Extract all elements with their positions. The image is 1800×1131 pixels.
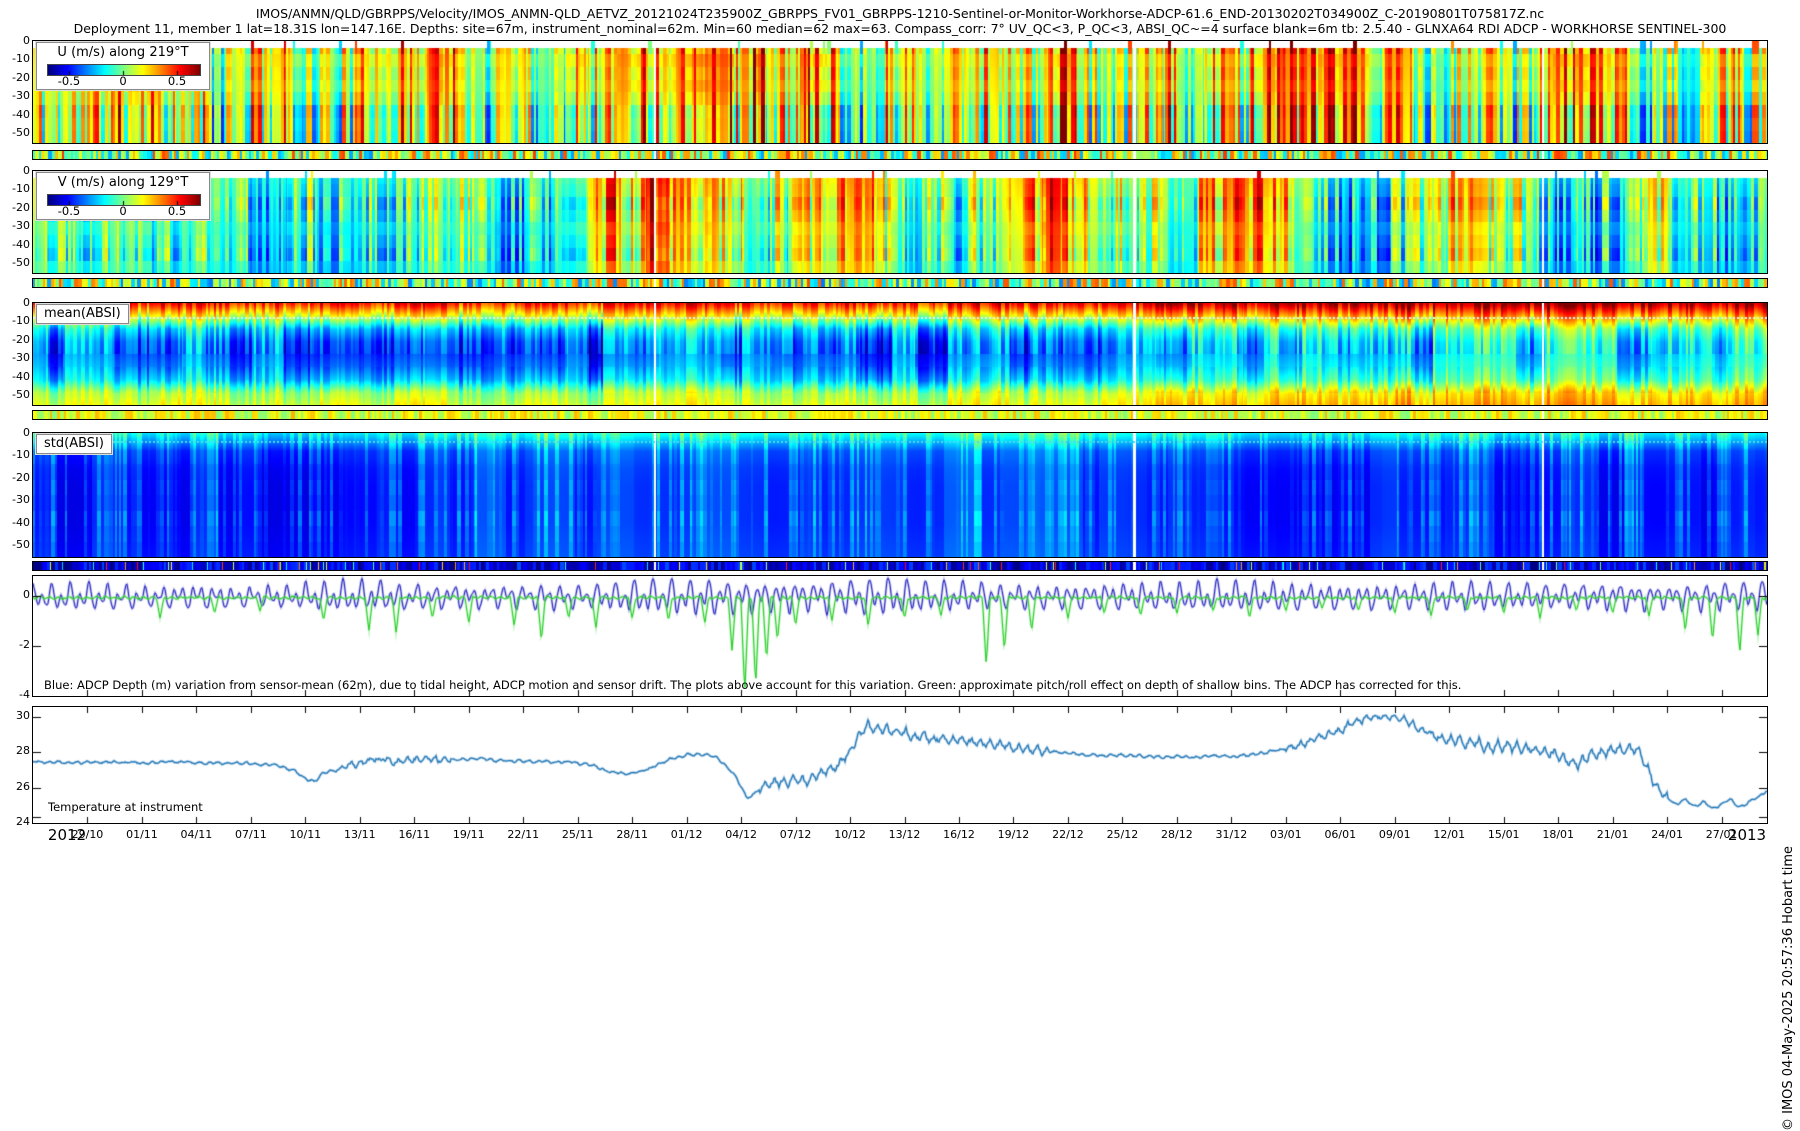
x-axis-date-label: 25/11	[556, 828, 600, 841]
x-axis-date-label: 29/10	[65, 828, 109, 841]
std-absi-bottom-strip	[32, 561, 1768, 571]
depth-axis-label: -50	[2, 538, 30, 551]
mean-absi-label: mean(ABSI)	[36, 304, 129, 324]
v-velocity-heatmap	[32, 170, 1768, 274]
depth-axis-label: -40	[2, 516, 30, 529]
x-axis-date-label: 28/11	[610, 828, 654, 841]
u-velocity-heatmap	[32, 40, 1768, 144]
x-axis-date-label: 13/11	[338, 828, 382, 841]
v-colorbar-tick: -0.5	[53, 204, 85, 218]
x-axis-date-label: 16/12	[937, 828, 981, 841]
depth-axis-label: 0	[2, 296, 30, 309]
depth-axis-label: -10	[2, 448, 30, 461]
temperature-axis-label: 24	[2, 815, 30, 828]
x-axis-date-label: 03/01	[1264, 828, 1308, 841]
figure-title-filename: IMOS/ANMN/QLD/GBRPPS/Velocity/IMOS_ANMN-…	[0, 6, 1800, 21]
depth-axis-label: -50	[2, 126, 30, 139]
depth-axis-label: -20	[2, 201, 30, 214]
temperature-plot	[32, 706, 1768, 824]
x-axis-date-label: 06/01	[1318, 828, 1362, 841]
depth-axis-label: 0	[2, 34, 30, 47]
x-axis-date-label: 28/12	[1155, 828, 1199, 841]
depth-axis-label: -20	[2, 471, 30, 484]
depth-axis-label: -30	[2, 219, 30, 232]
x-axis-date-label: 12/01	[1427, 828, 1471, 841]
u-colorbar-tick: -0.5	[53, 74, 85, 88]
x-axis-date-label: 24/01	[1645, 828, 1689, 841]
depth-axis-label: -20	[2, 71, 30, 84]
x-axis-date-label: 07/11	[229, 828, 273, 841]
x-axis-date-label: 09/01	[1373, 828, 1417, 841]
x-axis-date-label: 10/11	[283, 828, 327, 841]
std-absi-label: std(ABSI)	[36, 434, 112, 454]
v-colorbar-tick: 0	[107, 204, 139, 218]
v-velocity-bottom-strip	[32, 278, 1768, 288]
copyright-watermark: © IMOS 04-May-2025 20:57:36 Hobart time	[1781, 846, 1796, 1131]
u-legend: U (m/s) along 219°T -0.5 0 0.5	[36, 42, 210, 90]
depth-axis-label: -20	[2, 333, 30, 346]
x-axis-date-label: 31/12	[1209, 828, 1253, 841]
mean-absi-heatmap	[32, 302, 1768, 406]
figure-subtitle-deployment-info: Deployment 11, member 1 lat=18.31S lon=1…	[0, 21, 1800, 36]
u-colorbar-tick: 0.5	[161, 74, 193, 88]
temperature-axis-label: 26	[2, 780, 30, 793]
x-axis-date-label: 21/01	[1591, 828, 1635, 841]
figure: IMOS/ANMN/QLD/GBRPPS/Velocity/IMOS_ANMN-…	[0, 0, 1800, 850]
u-colorbar-tick: 0	[107, 74, 139, 88]
depth-variation-axis-label: -2	[2, 638, 30, 651]
x-axis-date-label: 10/12	[828, 828, 872, 841]
depth-axis-label: -40	[2, 238, 30, 251]
x-axis-date-label: 19/12	[991, 828, 1035, 841]
x-axis-date-label: 25/12	[1100, 828, 1144, 841]
depth-variation-axis-label: 0	[2, 588, 30, 601]
x-axis-date-label: 27/01	[1700, 828, 1744, 841]
temperature-axis-label: 30	[2, 709, 30, 722]
v-legend: V (m/s) along 129°T -0.5 0 0.5	[36, 172, 210, 220]
depth-axis-label: -10	[2, 52, 30, 65]
x-axis-date-label: 13/12	[883, 828, 927, 841]
std-absi-heatmap	[32, 432, 1768, 558]
x-axis-date-label: 01/12	[665, 828, 709, 841]
depth-variation-axis-label: -4	[2, 688, 30, 701]
x-axis-date-label: 01/11	[120, 828, 164, 841]
temperature-label: Temperature at instrument	[48, 800, 203, 814]
x-axis-date-label: 18/01	[1536, 828, 1580, 841]
u-legend-title: U (m/s) along 219°T	[37, 45, 209, 60]
depth-axis-label: -30	[2, 493, 30, 506]
depth-axis-label: 0	[2, 164, 30, 177]
temperature-axis-label: 28	[2, 744, 30, 757]
depth-variation-annotation: Blue: ADCP Depth (m) variation from sens…	[44, 678, 1461, 692]
x-axis-date-label: 19/11	[447, 828, 491, 841]
depth-axis-label: -30	[2, 89, 30, 102]
x-axis-date-label: 04/12	[719, 828, 763, 841]
depth-axis-label: 0	[2, 426, 30, 439]
depth-axis-label: -10	[2, 314, 30, 327]
v-legend-title: V (m/s) along 129°T	[37, 175, 209, 190]
mean-absi-bottom-strip	[32, 410, 1768, 420]
depth-axis-label: -40	[2, 108, 30, 121]
depth-axis-label: -30	[2, 351, 30, 364]
depth-axis-label: -10	[2, 182, 30, 195]
x-axis-date-label: 04/11	[174, 828, 218, 841]
depth-axis-label: -40	[2, 370, 30, 383]
depth-axis-label: -50	[2, 388, 30, 401]
x-axis-date-label: 07/12	[774, 828, 818, 841]
x-axis-date-label: 22/12	[1046, 828, 1090, 841]
x-axis-date-label: 15/01	[1482, 828, 1526, 841]
v-colorbar-tick: 0.5	[161, 204, 193, 218]
x-axis-date-label: 22/11	[501, 828, 545, 841]
x-axis-date-label: 16/11	[392, 828, 436, 841]
u-velocity-bottom-strip	[32, 150, 1768, 160]
depth-axis-label: -50	[2, 256, 30, 269]
